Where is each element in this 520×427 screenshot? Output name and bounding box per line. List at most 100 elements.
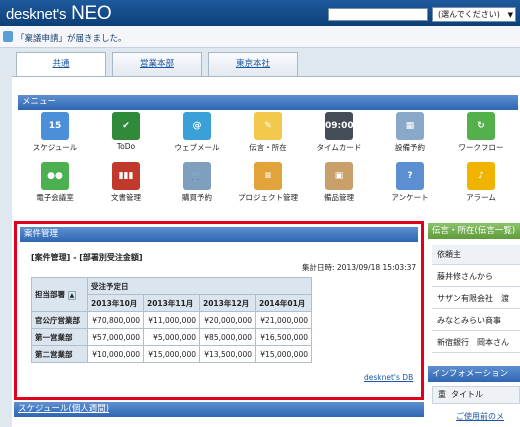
memo-icon[interactable]: ✎: [254, 112, 282, 140]
case-panel-title: 案件管理: [20, 227, 418, 242]
menu-item-label[interactable]: スケジュール: [20, 142, 90, 153]
project-icon[interactable]: ≡: [254, 162, 282, 190]
menu-item-label[interactable]: プロジェクト管理: [233, 192, 303, 203]
memo-panel-title[interactable]: 伝言・所在(伝言一覧): [428, 223, 520, 239]
case-management-panel: 案件管理 [案件管理] - [部署別受注金額] 集計日時: 2013/09/18…: [14, 221, 424, 400]
menu-item-label[interactable]: 電子会議室: [20, 192, 90, 203]
amount-cell: ¥16,500,000: [255, 328, 312, 346]
menu-item[interactable]: @ ウェブメール: [162, 112, 232, 153]
chevron-down-icon: ▼: [507, 11, 513, 19]
amount-cell: ¥70,800,000: [87, 311, 144, 329]
schedule-title-text[interactable]: スケジュール(個人週間): [18, 404, 109, 414]
report-timestamp: 集計日時: 2013/09/18 15:03:37: [302, 263, 417, 272]
menu-item[interactable]: ♪ アラーム: [446, 162, 516, 203]
memo-list-item[interactable]: 藤井修さんから: [432, 267, 520, 287]
select-value: (選んでください): [438, 10, 500, 19]
top-bar: desknet's NEO (選んでください) ▼: [0, 0, 520, 26]
sales-table: 担当部署 ▲ 受注予定日 2013年10月 2013年11月 2013年12月 201…: [31, 277, 312, 363]
dept-header-label: 担当部署: [35, 290, 65, 299]
memo-list-item[interactable]: みなとみらい商事: [432, 311, 520, 331]
group-header: 受注予定日: [87, 277, 312, 295]
table-row: 官公庁営業部 ¥70,800,000 ¥11,000,000 ¥20,000,000 ¥…: [31, 311, 312, 329]
menu-item-label[interactable]: ワークフロー: [446, 142, 516, 153]
meeting-icon[interactable]: ●●: [41, 162, 69, 190]
logo-text: desknet's: [6, 6, 67, 23]
page-select[interactable]: (選んでください) ▼: [432, 7, 516, 22]
dept-header[interactable]: 担当部署 ▲: [31, 277, 88, 312]
search-input[interactable]: [328, 8, 428, 21]
amount-cell: ¥5,000,000: [143, 328, 200, 346]
menu-item[interactable]: ▦ 設備予約: [375, 112, 445, 153]
menu-item[interactable]: 09:00 タイムカード: [304, 112, 374, 153]
menu-item-label[interactable]: 伝言・所在: [233, 142, 303, 153]
notification-bar[interactable]: 「稟議申請」が届きました。: [0, 26, 520, 48]
amount-cell: ¥15,000,000: [255, 345, 312, 363]
right-column: 伝言・所在(伝言一覧) 依頼主 藤井修さんから サザン有限会社 渡みなとみらい商事…: [428, 223, 520, 427]
amount-cell: ¥15,000,000: [143, 345, 200, 363]
facility-icon[interactable]: ▦: [396, 112, 424, 140]
info-col-importance: 重: [438, 390, 446, 399]
amount-cell: ¥21,000,000: [255, 311, 312, 329]
menu-item[interactable]: ↻ ワークフロー: [446, 112, 516, 153]
amount-cell: ¥10,000,000: [87, 345, 144, 363]
menu-panel-title: メニュー: [18, 95, 518, 110]
tab-common[interactable]: 共通: [16, 52, 106, 77]
menu-item[interactable]: 15 スケジュール: [20, 112, 90, 153]
menu-item-label[interactable]: 備品管理: [304, 192, 374, 203]
logo-neo: NEO: [71, 3, 112, 24]
memo-list-item[interactable]: 新宿銀行 岡本さん: [432, 333, 520, 353]
supplies-icon[interactable]: ▣: [325, 162, 353, 190]
schedule-panel-title[interactable]: スケジュール(個人週間): [14, 402, 424, 417]
todo-icon[interactable]: ✔: [112, 112, 140, 140]
document-icon[interactable]: ▮▮▮: [112, 162, 140, 190]
app-logo[interactable]: desknet's NEO: [6, 3, 112, 25]
menu-item-label[interactable]: アラーム: [446, 192, 516, 203]
notification-text[interactable]: 「稟議申請」が届きました。: [16, 34, 127, 44]
webmail-icon[interactable]: @: [183, 112, 211, 140]
table-row: 第二営業部 ¥10,000,000 ¥15,000,000 ¥13,500,000 ¥1…: [31, 345, 312, 363]
notification-icon: [3, 31, 13, 42]
menu-item[interactable]: ? アンケート: [375, 162, 445, 203]
menu-item[interactable]: ●● 電子会議室: [20, 162, 90, 203]
month-header: 2013年10月: [87, 294, 144, 312]
memo-header: 依頼主: [432, 245, 520, 265]
report-subheading: [案件管理] - [部署別受注金額]: [31, 253, 143, 262]
amount-cell: ¥57,000,000: [87, 328, 144, 346]
menu-item-label[interactable]: 購買予約: [162, 192, 232, 203]
menu-item-label[interactable]: 文書管理: [91, 192, 161, 203]
menu-item[interactable]: ▣ 備品管理: [304, 162, 374, 203]
dept-cell: 第二営業部: [31, 345, 88, 363]
menu-item-label[interactable]: ウェブメール: [162, 142, 232, 153]
menu-item-label[interactable]: タイムカード: [304, 142, 374, 153]
dept-cell: 官公庁営業部: [31, 311, 88, 329]
cart-icon[interactable]: 🛒: [183, 162, 211, 190]
month-header: 2013年11月: [143, 294, 200, 312]
menu-item-label[interactable]: ToDo: [91, 142, 161, 151]
menu-item[interactable]: ✎ 伝言・所在: [233, 112, 303, 153]
menu-item[interactable]: ✔ ToDo: [91, 112, 161, 151]
month-header: 2013年12月: [199, 294, 256, 312]
timecard-icon[interactable]: 09:00: [325, 112, 354, 140]
info-table-header: 重タイトル: [432, 386, 520, 404]
menu-item-label[interactable]: アンケート: [375, 192, 445, 203]
memo-list-item[interactable]: サザン有限会社 渡: [432, 289, 520, 309]
menu-item-label[interactable]: 設備予約: [375, 142, 445, 153]
tab-tokyo-office[interactable]: 東京本社: [208, 52, 298, 76]
menu-item[interactable]: 🛒 購買予約: [162, 162, 232, 203]
workflow-icon[interactable]: ↻: [467, 112, 495, 140]
table-row: 第一営業部 ¥57,000,000 ¥5,000,000 ¥85,000,000 ¥16…: [31, 328, 312, 346]
sort-asc-icon[interactable]: ▲: [67, 291, 77, 300]
calendar-icon[interactable]: 15: [41, 112, 69, 140]
tab-sales-hq[interactable]: 営業本部: [112, 52, 202, 76]
info-row-link[interactable]: ご使用前のメ: [432, 408, 520, 426]
menu-item[interactable]: ▮▮▮ 文書管理: [91, 162, 161, 203]
alarm-icon[interactable]: ♪: [467, 162, 495, 190]
menu-item[interactable]: ≡ プロジェクト管理: [233, 162, 303, 203]
info-col-title: タイトル: [451, 390, 483, 399]
amount-cell: ¥13,500,000: [199, 345, 256, 363]
amount-cell: ¥85,000,000: [199, 328, 256, 346]
survey-icon[interactable]: ?: [396, 162, 424, 190]
amount-cell: ¥11,000,000: [143, 311, 200, 329]
info-panel-title[interactable]: インフォメーション: [428, 366, 520, 382]
desknets-db-link[interactable]: desknet's DB: [364, 373, 413, 382]
